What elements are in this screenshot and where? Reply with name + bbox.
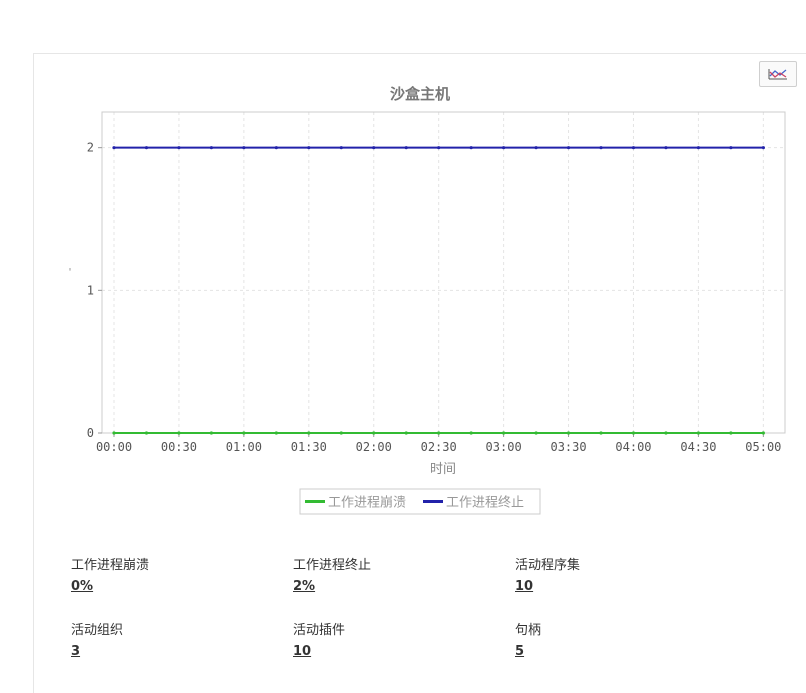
stat-value-link[interactable]: 5 <box>515 643 524 661</box>
x-tick-label: 05:00 <box>745 440 781 454</box>
stat-label: 活动组织 <box>71 623 124 638</box>
data-point <box>209 146 214 150</box>
stat-handles: 句柄 5 <box>515 622 715 661</box>
stat-value-link[interactable]: 3 <box>71 643 80 661</box>
x-tick-label: 04:00 <box>615 440 651 454</box>
x-tick-label: 02:30 <box>421 440 457 454</box>
y-axis-label: ' <box>69 267 72 278</box>
stat-label: 活动插件 <box>293 623 346 638</box>
data-point <box>664 431 668 435</box>
x-axis-label: 时间 <box>430 462 456 477</box>
data-point <box>761 431 765 435</box>
data-point <box>177 146 181 150</box>
data-point <box>696 146 701 150</box>
x-tick-label: 02:00 <box>356 440 392 454</box>
data-point <box>502 431 506 435</box>
data-point <box>274 146 278 150</box>
legend-label: 工作进程终止 <box>446 495 524 511</box>
data-point <box>274 431 278 435</box>
data-point <box>599 146 603 150</box>
data-point <box>502 146 506 150</box>
line-chart: 沙盒主机 00:00 00:30 01:00 01:30 02:00 02:30 03:00… <box>69 85 786 515</box>
data-point <box>372 146 376 150</box>
data-point <box>339 146 343 150</box>
data-point <box>437 146 441 150</box>
axis-layer: 00:00 00:30 01:00 01:30 02:00 02:30 03:00 03:30… <box>87 111 786 454</box>
stat-label: 句柄 <box>515 623 542 638</box>
data-point <box>469 146 473 150</box>
data-point <box>437 431 441 435</box>
stat-value-link[interactable]: 10 <box>293 643 311 661</box>
data-point <box>469 431 473 435</box>
grid-layer <box>102 112 785 434</box>
stat-label: 活动程序集 <box>515 558 581 573</box>
x-tick-label: 03:30 <box>550 440 586 454</box>
data-point <box>566 431 571 435</box>
data-point <box>177 431 181 435</box>
data-point <box>534 431 538 435</box>
stat-active-assemblies: 活动程序集 10 <box>515 557 715 596</box>
data-point <box>631 146 636 150</box>
data-point <box>404 431 408 435</box>
x-tick-label: 00:30 <box>161 440 197 454</box>
data-point <box>112 431 116 435</box>
data-point <box>404 146 408 150</box>
data-point <box>664 146 668 150</box>
data-point <box>566 146 571 150</box>
data-point <box>307 431 311 435</box>
stat-worker-terminated: 工作进程终止 2% <box>293 557 493 596</box>
data-point <box>307 146 311 150</box>
stat-worker-crash: 工作进程崩溃 0% <box>71 557 271 596</box>
y-tick-label: 0 <box>87 426 94 440</box>
stat-active-orgs: 活动组织 3 <box>71 622 271 661</box>
data-point <box>534 146 538 150</box>
stat-value-link[interactable]: 0% <box>71 578 93 596</box>
stat-label: 工作进程终止 <box>293 558 372 573</box>
stat-value-link[interactable]: 10 <box>515 578 533 596</box>
chart-title: 沙盒主机 <box>390 85 450 103</box>
stat-label: 工作进程崩溃 <box>71 558 150 573</box>
data-point <box>599 431 603 435</box>
chart-legend: 工作进程崩溃 工作进程终止 <box>299 488 541 515</box>
y-tick-label: 2 <box>87 141 94 155</box>
x-tick-label: 01:00 <box>226 440 262 454</box>
legend-label: 工作进程崩溃 <box>328 496 406 511</box>
data-point <box>631 431 636 435</box>
data-point <box>729 431 733 435</box>
x-tick-label: 03:00 <box>486 440 522 454</box>
x-tick-label: 04:30 <box>680 440 716 454</box>
stat-value-link[interactable]: 2% <box>293 578 315 596</box>
data-point <box>372 431 376 435</box>
stat-active-plugins: 活动插件 10 <box>293 622 493 661</box>
data-point <box>339 431 343 435</box>
plot-frame <box>101 111 786 434</box>
data-point <box>242 431 246 435</box>
data-point <box>112 146 116 150</box>
data-point <box>729 146 733 150</box>
data-point <box>209 431 214 435</box>
x-tick-label: 00:00 <box>96 440 132 454</box>
y-tick-label: 1 <box>87 283 94 297</box>
data-point <box>144 146 149 150</box>
data-point <box>696 431 701 435</box>
x-tick-label: 01:30 <box>291 440 327 454</box>
data-point <box>242 146 246 150</box>
data-point <box>144 431 149 435</box>
data-point <box>761 146 765 150</box>
